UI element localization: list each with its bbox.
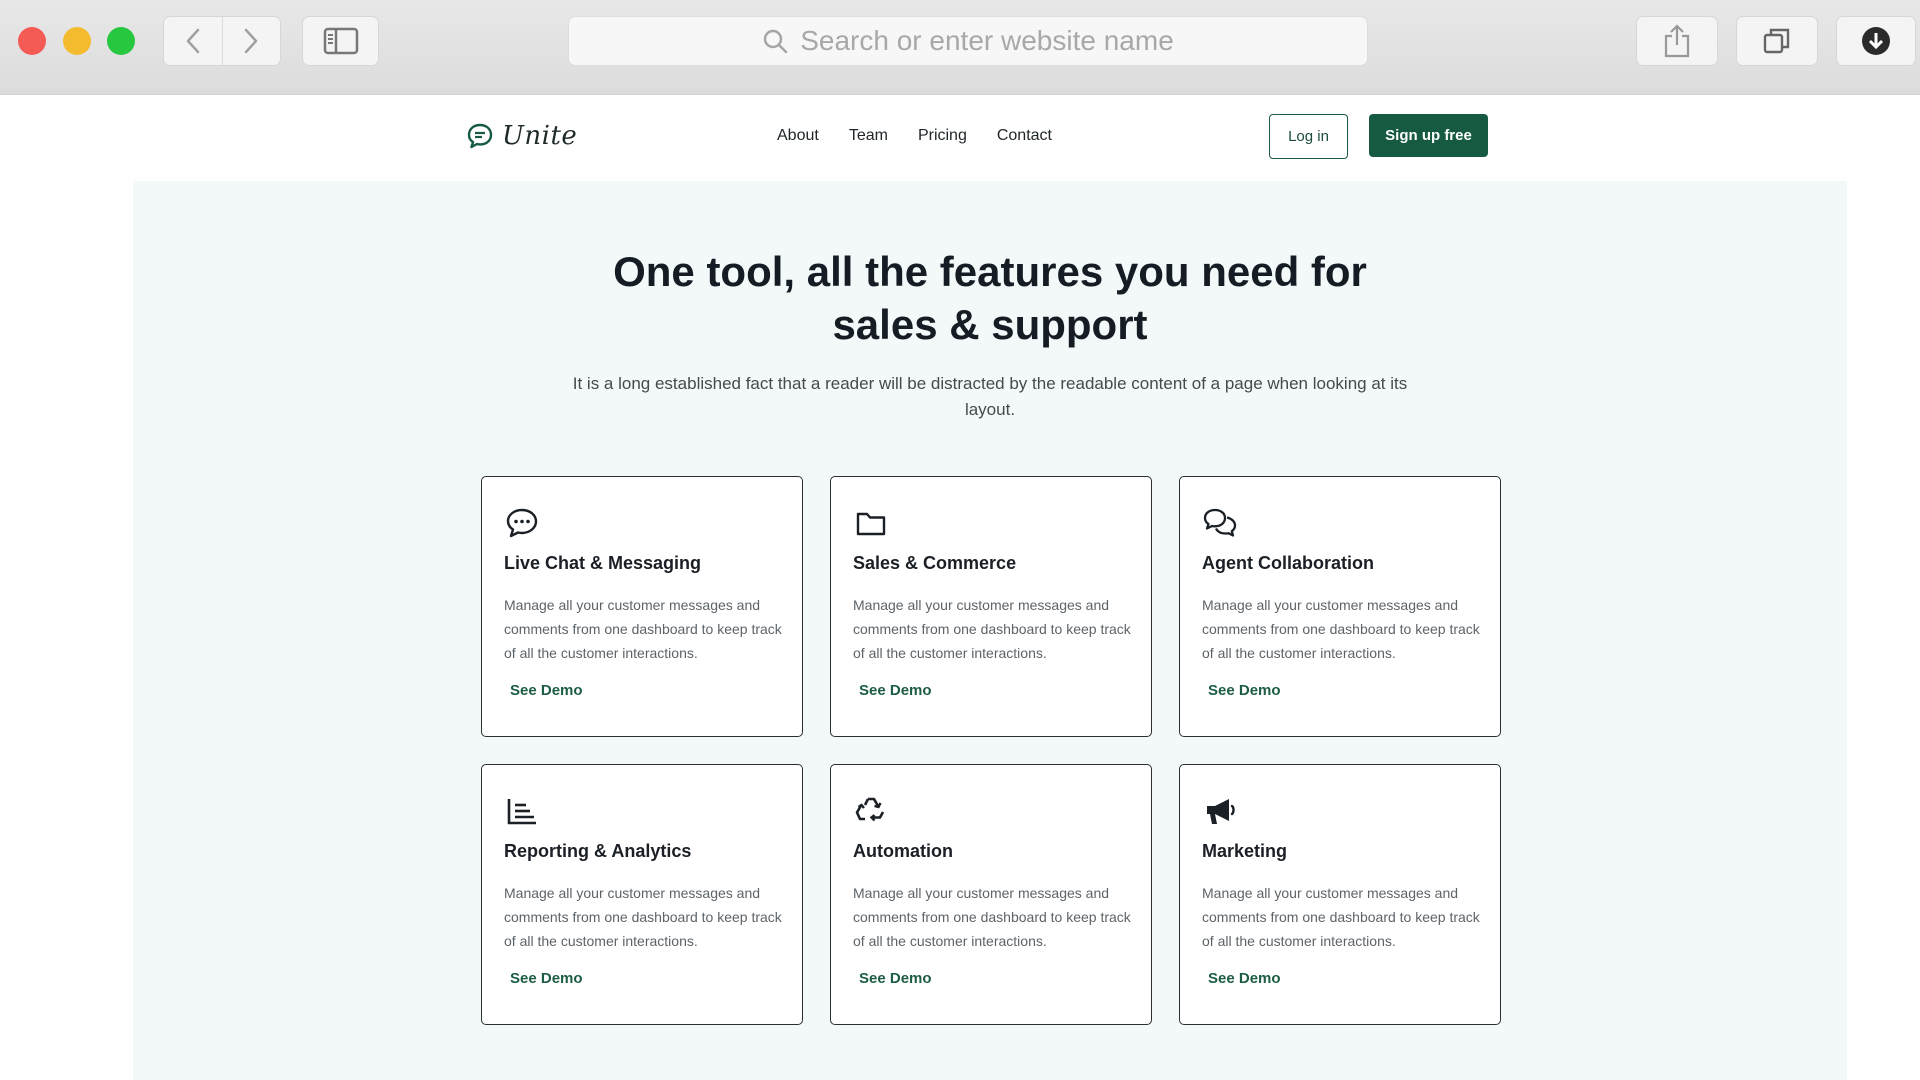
feature-description: Manage all your customer messages and co… xyxy=(1202,597,1480,661)
recycle-icon xyxy=(853,793,889,829)
feature-title: Live Chat & Messaging xyxy=(504,553,702,573)
nav-link-pricing[interactable]: Pricing xyxy=(918,127,967,145)
close-window-button[interactable] xyxy=(18,27,46,55)
chat-logo-icon xyxy=(467,123,493,149)
nav-link-about[interactable]: About xyxy=(777,127,819,145)
downloads-button[interactable] xyxy=(1836,16,1916,66)
feature-card-sales-commerce: Sales & Commerce Manage all your custome… xyxy=(830,476,1152,737)
feature-description: Manage all your customer messages and co… xyxy=(504,885,782,949)
nav-link-contact[interactable]: Contact xyxy=(997,127,1052,145)
see-demo-link[interactable]: See Demo xyxy=(859,970,932,987)
forward-arrow-icon[interactable] xyxy=(221,17,281,65)
feature-title: Marketing xyxy=(1202,841,1288,861)
login-button[interactable]: Log in xyxy=(1269,114,1348,159)
main-nav: About Team Pricing Contact xyxy=(777,127,1052,145)
feature-card-automation: Automation Manage all your customer mess… xyxy=(830,764,1152,1025)
address-placeholder: Search or enter website name xyxy=(800,25,1174,56)
browser-toolbar: Search or enter website name xyxy=(0,0,1920,95)
maximize-window-button[interactable] xyxy=(107,27,135,55)
minimize-window-button[interactable] xyxy=(63,27,91,55)
feature-card-marketing: Marketing Manage all your customer messa… xyxy=(1179,764,1501,1025)
search-icon xyxy=(763,29,788,54)
megaphone-icon xyxy=(1202,793,1238,829)
feature-description: Manage all your customer messages and co… xyxy=(853,885,1131,949)
feature-title: Sales & Commerce xyxy=(853,553,1017,573)
feature-card-agent-collaboration: Agent Collaboration Manage all your cust… xyxy=(1179,476,1501,737)
see-demo-link[interactable]: See Demo xyxy=(1208,970,1281,987)
see-demo-link[interactable]: See Demo xyxy=(1208,682,1281,699)
signup-button[interactable]: Sign up free xyxy=(1369,114,1488,157)
feature-card-live-chat: Live Chat & Messaging Manage all your cu… xyxy=(481,476,803,737)
page-subtitle: It is a long established fact that a rea… xyxy=(572,374,1408,419)
address-bar[interactable]: Search or enter website name xyxy=(568,16,1368,66)
feature-title: Reporting & Analytics xyxy=(504,841,692,861)
tabs-icon xyxy=(1763,28,1790,54)
chat-bubble-icon xyxy=(504,505,540,541)
feature-title: Agent Collaboration xyxy=(1202,553,1374,573)
logo[interactable]: Unite xyxy=(466,121,577,151)
logo-text: Unite xyxy=(502,121,578,151)
page-title-line-1: One tool, all the features you need for xyxy=(613,248,1367,295)
see-demo-link[interactable]: See Demo xyxy=(510,970,583,987)
feature-description: Manage all your customer messages and co… xyxy=(1202,885,1480,949)
tabs-overview-button[interactable] xyxy=(1736,16,1818,66)
share-button[interactable] xyxy=(1636,16,1718,66)
site-header: Unite About Team Pricing Contact Log in … xyxy=(0,95,1920,181)
bar-chart-icon xyxy=(504,793,540,829)
nav-link-team[interactable]: Team xyxy=(849,127,888,145)
back-arrow-icon[interactable] xyxy=(164,17,222,65)
sidebar-icon xyxy=(323,27,358,55)
features-section: One tool, all the features you need for … xyxy=(133,181,1847,1080)
feature-description: Manage all your customer messages and co… xyxy=(853,597,1131,661)
see-demo-link[interactable]: See Demo xyxy=(510,682,583,699)
share-icon xyxy=(1664,24,1690,58)
see-demo-link[interactable]: See Demo xyxy=(859,682,932,699)
feature-title: Automation xyxy=(853,841,953,861)
sidebar-toggle-button[interactable] xyxy=(302,16,379,66)
feature-card-reporting-analytics: Reporting & Analytics Manage all your cu… xyxy=(481,764,803,1025)
download-icon xyxy=(1862,27,1890,55)
page-title-line-2: sales & support xyxy=(832,301,1148,348)
feature-description: Manage all your customer messages and co… xyxy=(504,597,782,661)
conversation-icon xyxy=(1202,505,1238,541)
folder-icon xyxy=(853,505,889,541)
history-nav-group xyxy=(163,16,281,66)
page-title: One tool, all the features you need for … xyxy=(133,245,1847,351)
